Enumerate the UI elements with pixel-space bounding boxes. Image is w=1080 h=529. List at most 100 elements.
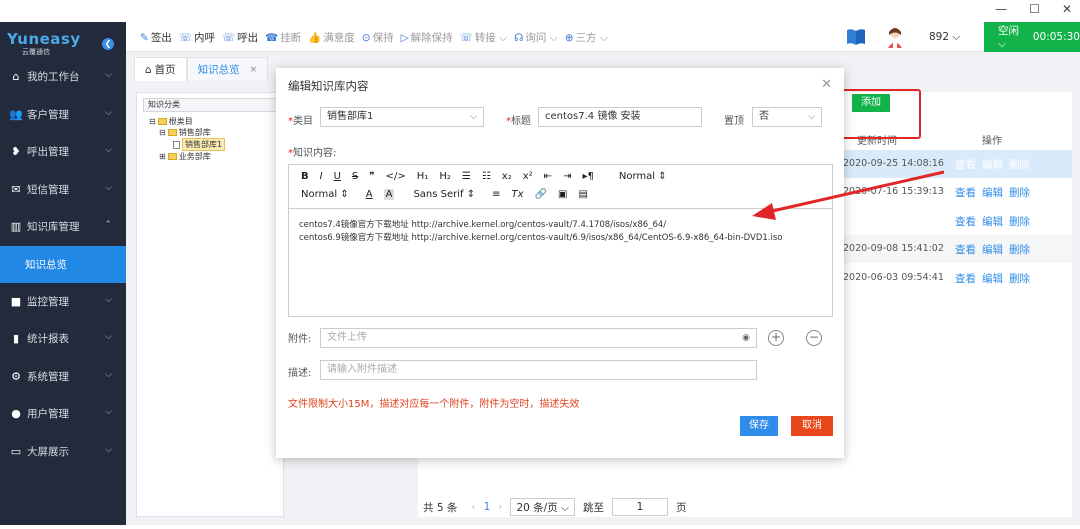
close-icon[interactable]: ✕ — [821, 77, 832, 92]
avatar[interactable] — [886, 26, 904, 48]
underline-button[interactable]: U — [334, 171, 341, 182]
tree-node-business[interactable]: ⊞ 业务部库 — [149, 151, 283, 162]
remove-attachment-icon[interactable]: − — [806, 330, 822, 346]
font-select[interactable]: Sans Serif ⇕ — [413, 189, 475, 200]
transfer-button[interactable]: ☏ 转接 ⌵ — [460, 30, 507, 45]
sign-out-button[interactable]: ✎ 签出 — [140, 30, 172, 45]
call-actions: ✎ 签出 ☏ 内呼 ☏ 呼出 ☎ 挂断 👍 满意度 ⊙ 保持 ▷ 解除保持 ☏ 转接 ⌵ ☊ 询问… — [140, 30, 608, 45]
view-link[interactable]: 查看 — [955, 214, 976, 229]
subscript-button[interactable]: x₂ — [502, 171, 512, 182]
category-select[interactable]: 销售部库1 ⌵ — [320, 107, 484, 127]
video-icon: ■ — [10, 294, 22, 308]
outdent-button[interactable]: ⇤ — [544, 171, 552, 182]
column-header-ops: 操作 — [982, 136, 1002, 147]
editor-content[interactable]: centos7.4镜像官方下载地址 http://archive.kernel.… — [289, 209, 832, 255]
delete-link[interactable]: 删除 — [1009, 242, 1030, 257]
sidebar-subitem-knowledge-overview[interactable]: 知识总览 — [0, 245, 126, 283]
tree-node-sales-1[interactable]: 销售部库1 — [149, 138, 283, 151]
sidebar-item-users[interactable]: ● 用户管理 ⌵ — [0, 395, 126, 433]
edit-link[interactable]: 编辑 — [982, 157, 1003, 172]
collapse-icon[interactable]: ⊟ — [159, 127, 166, 138]
internal-call-button[interactable]: ☏ 内呼 — [179, 30, 215, 45]
pin-select[interactable]: 否 ⌵ — [752, 107, 822, 127]
view-link[interactable]: 查看 — [955, 185, 976, 200]
delete-link[interactable]: 删除 — [1009, 157, 1030, 172]
view-link[interactable]: 查看 — [955, 157, 976, 172]
button-label: 询问 ⌵ — [525, 32, 558, 44]
three-way-button[interactable]: ⊕ 三方 ⌵ — [565, 30, 608, 45]
heading1-button[interactable]: H₁ — [417, 171, 429, 182]
title-input[interactable]: centos7.4 镜像 安装 — [538, 107, 702, 127]
bullet-list-button[interactable]: ☷ — [482, 171, 491, 182]
attachment-upload-input[interactable]: 文件上传 ◉ — [320, 328, 757, 348]
bold-button[interactable]: B — [301, 171, 309, 182]
indent-button[interactable]: ⇥ — [563, 171, 571, 182]
delete-link[interactable]: 删除 — [1009, 185, 1030, 200]
sidebar-item-system[interactable]: ⚙ 系统管理 ⌵ — [0, 358, 126, 396]
link-icon[interactable]: 🔗 — [535, 189, 547, 200]
hold-button[interactable]: ⊙ 保持 — [362, 30, 394, 45]
tab-home[interactable]: ⌂ 首页 — [134, 57, 187, 81]
strike-button[interactable]: S — [352, 171, 358, 182]
sidebar-item-bigscreen[interactable]: ▭ 大屏展示 ⌵ — [0, 433, 126, 471]
minimize-button[interactable]: — — [995, 2, 1007, 16]
size-select[interactable]: Normal ⇕ — [619, 171, 667, 182]
edit-link[interactable]: 编辑 — [982, 271, 1003, 286]
video-icon[interactable]: ▤ — [578, 189, 587, 200]
tree-node-sales[interactable]: ⊟ 销售部库 — [149, 127, 283, 138]
edit-link[interactable]: 编辑 — [982, 214, 1003, 229]
content-line: centos6.9镜像官方下载地址 http://archive.kernel.… — [299, 233, 783, 243]
edit-link[interactable]: 编辑 — [982, 185, 1003, 200]
tab-knowledge-overview[interactable]: 知识总览 × — [186, 57, 269, 81]
consult-button[interactable]: ☊ 询问 ⌵ — [514, 30, 558, 45]
outbound-call-button[interactable]: ☏ 呼出 — [222, 30, 258, 45]
sidebar-item-reports[interactable]: ▮ 统计报表 ⌵ — [0, 320, 126, 358]
view-link[interactable]: 查看 — [955, 271, 976, 286]
page-size-select[interactable]: 20 条/页 ⌵ — [510, 498, 575, 516]
agent-status-button[interactable]: 空闲 ⌵ 00:05:30 — [984, 22, 1080, 52]
expand-icon[interactable]: ⊞ — [159, 151, 166, 162]
ordered-list-button[interactable]: ☰ — [462, 171, 471, 182]
superscript-button[interactable]: x² — [523, 171, 533, 182]
cancel-button[interactable]: 取消 — [791, 416, 833, 436]
collapse-icon[interactable]: ⊟ — [149, 116, 156, 127]
background-color-button[interactable]: A — [383, 189, 395, 200]
image-icon[interactable]: ▣ — [558, 189, 567, 200]
satisfaction-button[interactable]: 👍 满意度 — [308, 30, 355, 45]
heading2-button[interactable]: H₂ — [439, 171, 451, 182]
unhold-button[interactable]: ▷ 解除保持 — [401, 30, 453, 45]
edit-link[interactable]: 编辑 — [982, 242, 1003, 257]
clear-format-button[interactable]: Tx — [512, 189, 524, 200]
page-number[interactable]: 1 — [484, 501, 491, 513]
description-input[interactable]: 请输入附件描述 — [320, 360, 757, 380]
align-button[interactable]: ≡ — [492, 189, 500, 200]
delete-link[interactable]: 删除 — [1009, 271, 1030, 286]
close-window-button[interactable]: ✕ — [1062, 2, 1072, 16]
add-attachment-icon[interactable]: + — [768, 330, 784, 346]
sidebar-item-outbound[interactable]: ❥ 呼出管理 ⌵ — [0, 133, 126, 171]
sidebar-item-knowledge[interactable]: ▥ 知识库管理 ⌃ — [0, 208, 126, 246]
goto-page-input[interactable]: 1 — [612, 498, 668, 516]
hangup-button[interactable]: ☎ 挂断 — [265, 30, 301, 45]
italic-button[interactable]: I — [320, 171, 323, 182]
header-select[interactable]: Normal ⇕ — [301, 189, 349, 200]
view-link[interactable]: 查看 — [955, 242, 976, 257]
tree-node-root[interactable]: ⊟ 根类目 — [149, 116, 283, 127]
save-button[interactable]: 保存 — [740, 416, 778, 436]
sidebar-item-monitor[interactable]: ■ 监控管理 ⌵ — [0, 283, 126, 321]
sidebar-item-customers[interactable]: 👥 客户管理 ⌵ — [0, 96, 126, 134]
sidebar-item-sms[interactable]: ✉ 短信管理 ⌵ — [0, 171, 126, 209]
blockquote-button[interactable]: ❞ — [369, 171, 374, 182]
close-icon[interactable]: × — [250, 65, 258, 75]
next-page-button[interactable]: › — [498, 501, 502, 513]
text-direction-button[interactable]: ▸¶ — [582, 171, 593, 182]
collapse-sidebar-icon[interactable]: ❮ — [102, 38, 114, 50]
code-button[interactable]: </> — [386, 171, 406, 182]
extension-selector[interactable]: 892 ⌵ — [929, 31, 960, 44]
prev-page-button[interactable]: ‹ — [471, 501, 475, 513]
delete-link[interactable]: 删除 — [1009, 214, 1030, 229]
maximize-button[interactable]: ☐ — [1029, 2, 1040, 16]
font-color-button[interactable]: A — [366, 189, 373, 200]
sidebar-item-workbench[interactable]: ⌂ 我的工作台 ⌵ — [0, 58, 126, 96]
knowledge-book-icon[interactable] — [846, 28, 866, 46]
